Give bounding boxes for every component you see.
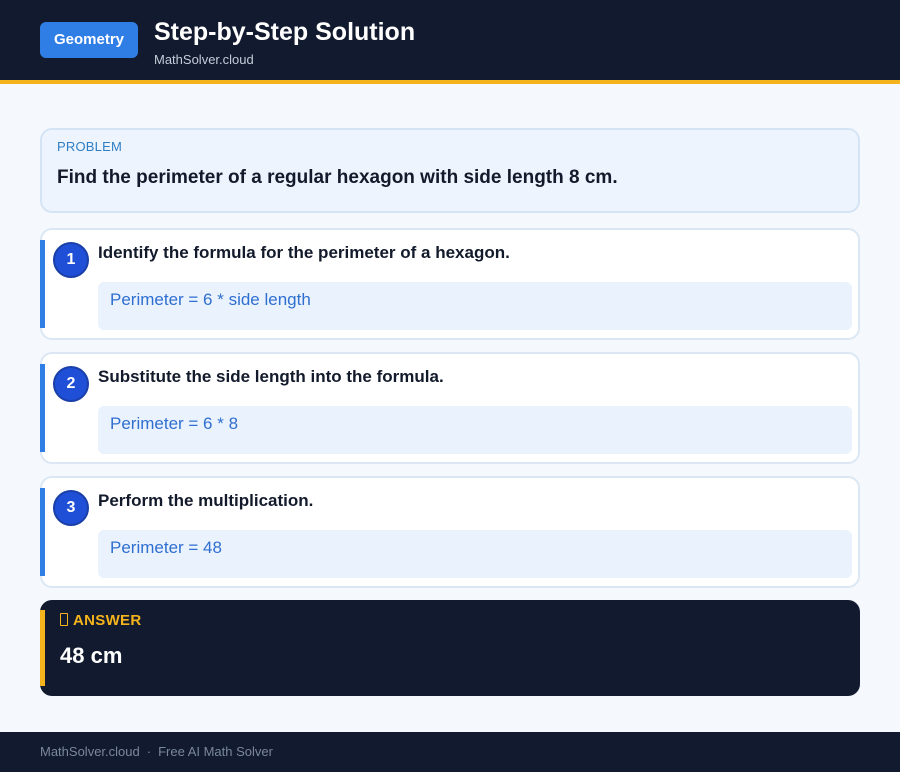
step-formula: Perimeter = 6 * side length xyxy=(98,282,852,330)
answer-label: ANSWER xyxy=(73,612,142,629)
answer-accent-bar xyxy=(40,610,45,686)
problem-statement: Find the perimeter of a regular hexagon … xyxy=(57,167,618,188)
step-accent-bar xyxy=(40,364,45,452)
page-header: Geometry Step-by-Step Solution MathSolve… xyxy=(0,0,900,80)
answer-value: 48 cm xyxy=(60,643,123,668)
footer-site-link[interactable]: MathSolver.cloud xyxy=(40,744,140,759)
step-title: Substitute the side length into the form… xyxy=(98,367,444,386)
page-title: Step-by-Step Solution xyxy=(154,18,416,46)
problem-label: PROBLEM xyxy=(57,139,122,154)
step-title: Perform the multiplication. xyxy=(98,491,314,510)
document-icon xyxy=(60,613,68,626)
step-formula: Perimeter = 6 * 8 xyxy=(98,406,852,454)
step-number-badge: 1 xyxy=(53,242,89,278)
step-formula: Perimeter = 48 xyxy=(98,530,852,578)
step-card: 1 Identify the formula for the perimeter… xyxy=(40,228,860,340)
footer-tagline: Free AI Math Solver xyxy=(158,744,273,759)
problem-card: PROBLEM Find the perimeter of a regular … xyxy=(40,128,860,213)
answer-card: ANSWER 48 cm xyxy=(40,600,860,696)
step-card: 3 Perform the multiplication. Perimeter … xyxy=(40,476,860,588)
step-number-badge: 2 xyxy=(53,366,89,402)
step-title: Identify the formula for the perimeter o… xyxy=(98,243,510,262)
step-number-badge: 3 xyxy=(53,490,89,526)
category-badge[interactable]: Geometry xyxy=(40,22,139,58)
site-name: MathSolver.cloud xyxy=(154,52,254,67)
page-footer: MathSolver.cloud · Free AI Math Solver xyxy=(0,732,900,772)
step-card: 2 Substitute the side length into the fo… xyxy=(40,352,860,464)
step-accent-bar xyxy=(40,240,45,328)
header-accent-divider xyxy=(0,80,900,84)
step-accent-bar xyxy=(40,488,45,576)
footer-separator: · xyxy=(146,744,152,759)
